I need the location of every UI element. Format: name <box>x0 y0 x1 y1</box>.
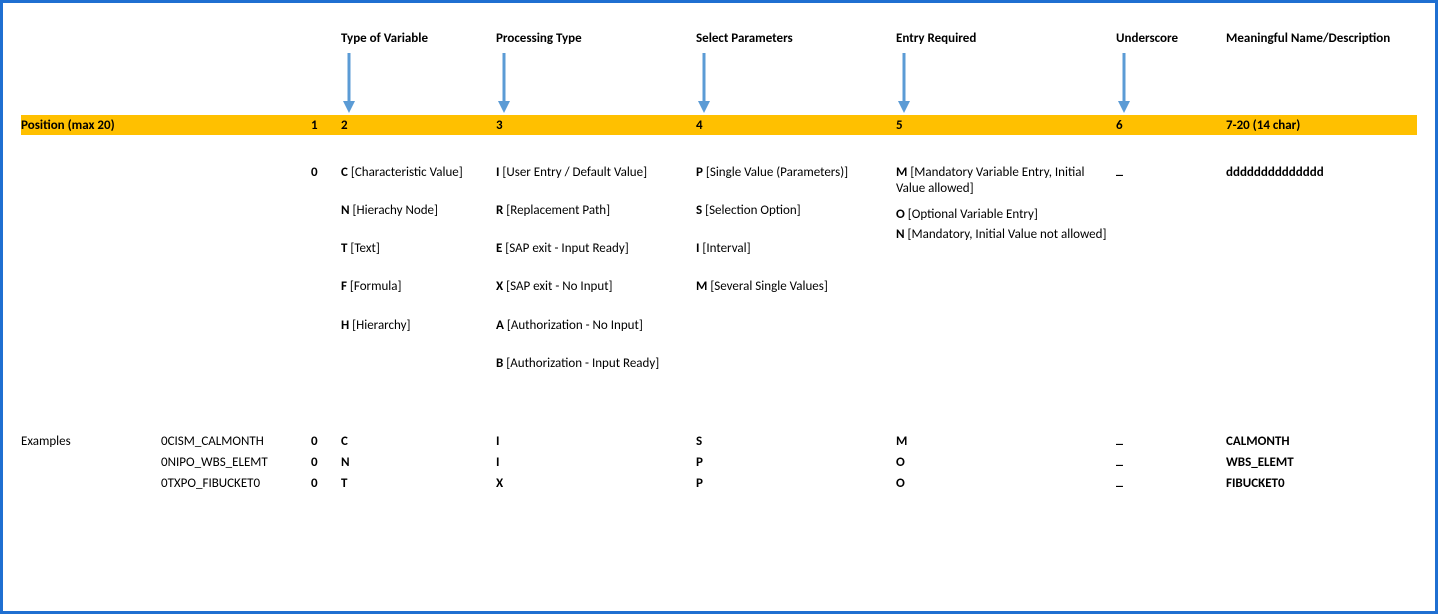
example-name: 0TXPO_FIBUCKET0 <box>161 476 311 493</box>
arrow-down-icon <box>896 53 926 115</box>
list-item: X [SAP exit - No Input] <box>496 279 690 295</box>
example-row: 0TXPO_FIBUCKET0 0 T X P O _ FIBUCKET0 <box>21 476 1417 493</box>
header-select-parameters: Select Parameters <box>696 31 896 47</box>
example-p3: X <box>496 476 696 493</box>
list-item: F [Formula] <box>341 279 490 295</box>
select-parameters-list: P [Single Value (Parameters)] S [Selecti… <box>696 165 896 395</box>
list-item: H [Hierarchy] <box>341 318 490 334</box>
example-p6: _ <box>1116 451 1226 468</box>
column-headers: Type of Variable Processing Type Select … <box>21 31 1417 47</box>
example-p5: O <box>896 476 1116 493</box>
list-item: C [Characteristic Value] <box>341 165 490 181</box>
list-item: N [Mandatory, Initial Value not allowed] <box>896 227 1110 243</box>
examples-block: Examples 0CISM_CALMONTH 0 C I S M _ CALM… <box>21 434 1417 493</box>
list-item: P [Single Value (Parameters)] <box>696 165 890 181</box>
example-p5: M <box>896 434 1116 451</box>
examples-label: Examples <box>21 434 161 451</box>
position-4: 4 <box>696 116 896 133</box>
list-item: M [Mandatory Variable Entry, Initial Val… <box>896 165 1110 198</box>
list-item: A [Authorization - No Input] <box>496 318 690 334</box>
example-p2: N <box>341 455 496 472</box>
example-p4: P <box>696 476 896 493</box>
example-row: 0NIPO_WBS_ELEMT 0 N I P O _ WBS_ELEMT <box>21 455 1417 472</box>
list-item: E [SAP exit - Input Ready] <box>496 241 690 257</box>
arrow-down-icon <box>696 53 726 115</box>
example-p3: I <box>496 434 696 451</box>
arrow-down-icon <box>1116 53 1146 115</box>
example-p7: FIBUCKET0 <box>1226 476 1426 493</box>
example-name: 0CISM_CALMONTH <box>161 434 311 451</box>
header-entry-required: Entry Required <box>896 31 1116 47</box>
example-p1: 0 <box>311 476 341 493</box>
example-p7: CALMONTH <box>1226 434 1426 451</box>
arrow-down-icon <box>341 53 371 115</box>
arrows-row <box>21 53 1417 115</box>
example-p5: O <box>896 455 1116 472</box>
diagram-frame: Type of Variable Processing Type Select … <box>0 0 1438 614</box>
position-3: 3 <box>496 116 696 133</box>
underscore-value: _ <box>1116 161 1226 391</box>
list-item: B [Authorization - Input Ready] <box>496 356 690 372</box>
list-item: T [Text] <box>341 241 490 257</box>
example-p1: 0 <box>311 434 341 451</box>
value-definitions: 0 C [Characteristic Value] N [Hierachy N… <box>21 165 1417 395</box>
list-item: I [User Entry / Default Value] <box>496 165 690 181</box>
type-of-variable-list: C [Characteristic Value] N [Hierachy Nod… <box>341 165 496 395</box>
list-item: N [Hierachy Node] <box>341 203 490 219</box>
entry-required-list: M [Mandatory Variable Entry, Initial Val… <box>896 165 1116 395</box>
ddd-placeholder: dddddddddddddd <box>1226 165 1426 395</box>
example-p3: I <box>496 455 696 472</box>
list-item: R [Replacement Path] <box>496 203 690 219</box>
position-7: 7-20 (14 char) <box>1226 116 1426 133</box>
processing-type-list: I [User Entry / Default Value] R [Replac… <box>496 165 696 395</box>
position-6: 6 <box>1116 116 1226 133</box>
position-row: Position (max 20) 1 2 3 4 5 6 7-20 (14 c… <box>21 115 1417 135</box>
example-p6: _ <box>1116 472 1226 489</box>
example-p6: _ <box>1116 430 1226 447</box>
prefix-zero: 0 <box>311 165 341 395</box>
header-meaningful-name: Meaningful Name/Description <box>1226 31 1426 47</box>
position-5: 5 <box>896 116 1116 133</box>
list-item: I [Interval] <box>696 241 890 257</box>
list-item: O [Optional Variable Entry] <box>896 207 1110 223</box>
list-item: S [Selection Option] <box>696 203 890 219</box>
example-p1: 0 <box>311 455 341 472</box>
arrow-down-icon <box>496 53 526 115</box>
example-p4: P <box>696 455 896 472</box>
position-1: 1 <box>311 116 341 133</box>
header-type-of-variable: Type of Variable <box>341 31 496 47</box>
list-item: M [Several Single Values] <box>696 279 890 295</box>
example-p2: T <box>341 476 496 493</box>
example-name: 0NIPO_WBS_ELEMT <box>161 455 311 472</box>
example-p4: S <box>696 434 896 451</box>
example-p2: C <box>341 434 496 451</box>
position-2: 2 <box>341 116 496 133</box>
example-p7: WBS_ELEMT <box>1226 455 1426 472</box>
position-label: Position (max 20) <box>21 116 161 133</box>
header-underscore: Underscore <box>1116 31 1226 47</box>
example-row: Examples 0CISM_CALMONTH 0 C I S M _ CALM… <box>21 434 1417 451</box>
header-processing-type: Processing Type <box>496 31 696 47</box>
